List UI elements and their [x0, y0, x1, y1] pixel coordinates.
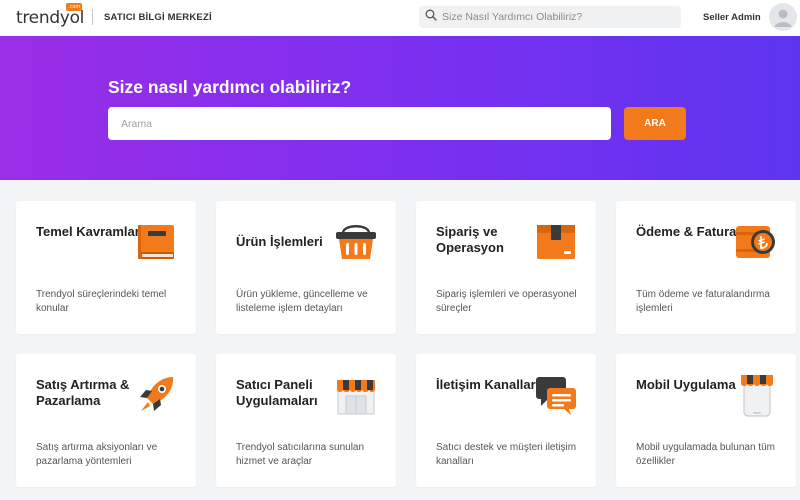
search-icon [425, 8, 437, 26]
user-avatar-icon [769, 3, 797, 31]
card-description: Satıcı destek ve müşteri iletişim kanall… [436, 442, 577, 467]
top-bar: trendyol .com SATICI BİLGİ MERKEZİ Selle… [0, 0, 800, 36]
search-button[interactable]: ARA [624, 107, 686, 140]
chat-bubbles-icon [533, 372, 579, 418]
category-card-mobil-uygulama[interactable]: Mobil Uygulama Mobil uygulamada bulunan … [616, 354, 796, 487]
category-card-iletisim-kanallari[interactable]: İletişim Kanalları Satıcı destek ve müşt… [416, 354, 596, 487]
card-description: Ürün yükleme, güncelleme ve listeleme iş… [236, 289, 368, 314]
category-card-urun-islemleri[interactable]: Ürün İşlemleri Ürün yükleme, güncelleme … [216, 201, 396, 334]
wallet-lira-icon [733, 219, 779, 265]
avatar[interactable] [769, 3, 797, 31]
card-description: Satış artırma aksiyonları ve pazarlama y… [36, 442, 158, 467]
book-icon [133, 219, 179, 265]
mobile-store-icon [733, 372, 779, 418]
card-title: Temel Kavramlar [36, 224, 140, 239]
category-card-odeme-fatura[interactable]: Ödeme & Fatura Tüm ödeme ve faturalandır… [616, 201, 796, 334]
card-title: Sipariş ve Operasyon [436, 224, 504, 255]
header-divider [92, 9, 93, 25]
card-description: Trendyol satıcılarına sunulan hizmet ve … [236, 442, 365, 467]
category-card-satici-paneli[interactable]: Satıcı Paneli Uygulamaları Trendyol satı… [216, 354, 396, 487]
user-name[interactable]: Seller Admin [703, 12, 761, 23]
card-title: Mobil Uygulama [636, 377, 736, 392]
card-title: Satıcı Paneli Uygulamaları [236, 377, 318, 408]
category-card-satis-artirma[interactable]: Satış Artırma & Pazarlama Satış artırma … [16, 354, 196, 487]
card-title: Satış Artırma & Pazarlama [36, 377, 130, 408]
rocket-icon [133, 372, 179, 418]
card-description: Sipariş işlemleri ve operasyonel süreçle… [436, 289, 577, 314]
card-title: Ödeme & Fatura [636, 224, 737, 239]
category-card-siparis-operasyon[interactable]: Sipariş ve Operasyon Sipariş işlemleri v… [416, 201, 596, 334]
hero-title: Size nasıl yardımcı olabiliriz? [108, 77, 352, 97]
card-description: Trendyol süreçlerindeki temel konular [36, 289, 167, 314]
card-title: Ürün İşlemleri [236, 234, 323, 249]
header-search-input[interactable] [442, 11, 662, 23]
header-search[interactable] [419, 6, 681, 28]
logo-wordmark: trendyol [16, 8, 85, 28]
storefront-icon [333, 372, 379, 418]
hero-search-input[interactable] [108, 107, 611, 140]
box-icon [533, 219, 579, 265]
logo-badge: .com [66, 3, 83, 11]
card-title: İletişim Kanalları [436, 377, 540, 392]
card-description: Mobil uygulamada bulunan tüm özellikler [636, 442, 775, 467]
card-description: Tüm ödeme ve faturalandırma işlemleri [636, 289, 770, 314]
basket-icon [333, 219, 379, 265]
hero-banner: Size nasıl yardımcı olabiliriz? ARA [0, 36, 800, 180]
portal-title: SATICI BİLGİ MERKEZİ [104, 12, 212, 23]
category-card-temel-kavramlar[interactable]: Temel Kavramlar Trendyol süreçlerindeki … [16, 201, 196, 334]
